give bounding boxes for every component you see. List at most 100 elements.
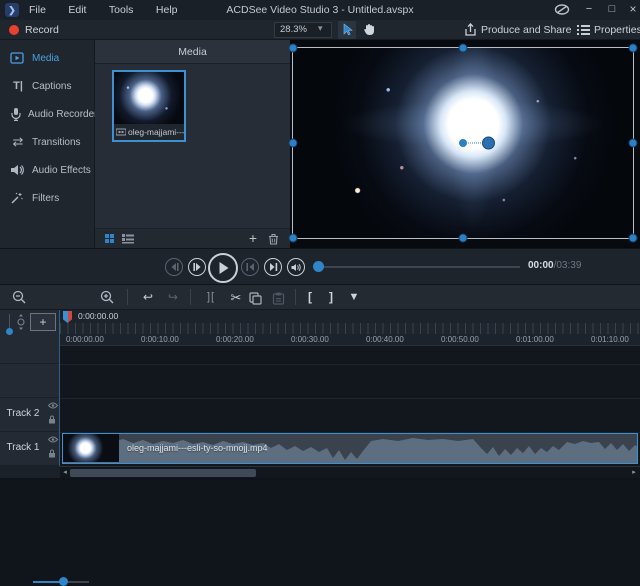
resize-handle-top-right[interactable] xyxy=(628,43,638,53)
share-icon xyxy=(464,23,477,37)
menu-file[interactable]: File xyxy=(20,1,55,19)
ruler-label: 0:00:30.00 xyxy=(291,335,329,344)
chevron-down-icon[interactable]: ▾ xyxy=(318,23,323,34)
track2-name: Track 2 xyxy=(6,408,40,419)
track2-visibility-icon[interactable] xyxy=(48,402,58,409)
sidebar-item-transitions[interactable]: ⇄ Transitions xyxy=(0,128,94,156)
media-panel-header[interactable]: Media xyxy=(95,40,290,64)
timeline-zoom-handle[interactable] xyxy=(59,577,68,586)
sidebar: Media T| Captions Audio Recorder ⇄ Trans… xyxy=(0,40,97,248)
sidebar-item-filters[interactable]: Filters xyxy=(0,184,94,212)
volume-button[interactable] xyxy=(287,258,305,276)
seek-handle[interactable] xyxy=(313,261,324,272)
clip-filename: oleg-majjami---esli-ty-so-mnojj.mp4 xyxy=(127,443,268,453)
playhead-row[interactable]: 0:00:00.00 xyxy=(60,310,640,323)
add-media-button[interactable]: + xyxy=(245,229,261,249)
track1-lock-icon[interactable] xyxy=(48,449,56,458)
hand-tool-button[interactable] xyxy=(360,21,378,39)
frame-forward-button[interactable] xyxy=(188,258,206,276)
ruler-label: 0:01:00.00 xyxy=(516,335,554,344)
track2-lock-icon[interactable] xyxy=(48,415,56,424)
produce-share-button[interactable]: Produce and Share xyxy=(481,20,571,40)
record-button[interactable]: Record xyxy=(25,20,59,40)
sidebar-item-audio-effects[interactable]: Audio Effects xyxy=(0,156,94,184)
menu-help[interactable]: Help xyxy=(147,1,187,19)
ruler-label: 0:01:10.00 xyxy=(591,335,629,344)
timecode: 00:00/03:39 xyxy=(528,260,581,271)
cut-button[interactable]: ✂ xyxy=(226,285,246,310)
timeline-toolbar: ↪ ↩ ][ ✂ [ ] ▼ xyxy=(0,285,640,586)
zoom-in-icon[interactable] xyxy=(100,290,114,304)
resize-handle-bottom-left[interactable] xyxy=(288,233,298,243)
track-height-handle[interactable] xyxy=(6,328,13,335)
properties-button[interactable]: Properties xyxy=(594,20,640,40)
resize-handle-right[interactable] xyxy=(628,138,638,148)
undo-button[interactable]: ↪ xyxy=(138,285,158,310)
menu-tools[interactable]: Tools xyxy=(100,1,143,19)
track1-visibility-icon[interactable] xyxy=(48,436,58,443)
redo-button[interactable]: ↩ xyxy=(163,285,183,310)
vertical-zoom-icon xyxy=(16,314,26,330)
scrollbar-track[interactable]: ◂ ▸ xyxy=(60,466,640,478)
speaker-icon xyxy=(10,164,26,176)
go-to-end-button[interactable] xyxy=(264,258,282,276)
minimize-button[interactable]: − xyxy=(578,0,600,20)
list-view-button[interactable] xyxy=(122,234,134,244)
resize-handle-top-left[interactable] xyxy=(288,43,298,53)
track1-header[interactable]: Track 1 xyxy=(0,432,59,466)
mark-out-button[interactable]: ] xyxy=(324,285,338,310)
playhead-marker[interactable] xyxy=(63,311,72,323)
go-to-start-button[interactable] xyxy=(241,258,259,276)
app-icon[interactable]: ❯ xyxy=(5,3,19,17)
timecode-total: /03:39 xyxy=(553,260,582,271)
title-bar: ❯ File Edit Tools Help ACDSee Video Stud… xyxy=(0,0,640,20)
paste-button[interactable] xyxy=(272,292,285,305)
transitions-icon: ⇄ xyxy=(12,134,24,149)
rotation-handle[interactable] xyxy=(482,136,495,150)
acdsee-logo-icon xyxy=(553,2,571,17)
track2-lane[interactable] xyxy=(60,398,640,432)
film-icon xyxy=(116,128,126,136)
menu-edit[interactable]: Edit xyxy=(59,1,95,19)
select-tool-button[interactable] xyxy=(338,21,356,39)
add-track-button[interactable]: + xyxy=(30,313,56,331)
resize-handle-left[interactable] xyxy=(288,138,298,148)
mark-in-button[interactable]: [ xyxy=(303,285,317,310)
zoom-out-icon[interactable] xyxy=(12,290,26,304)
zoom-level-select[interactable]: 28.3% xyxy=(274,22,332,38)
grid-view-button[interactable] xyxy=(105,234,114,243)
copy-button[interactable] xyxy=(249,292,262,305)
timeline-clip[interactable]: oleg-majjami---esli-ty-so-mnojj.mp4 xyxy=(62,433,638,464)
anchor-point-handle[interactable] xyxy=(459,139,467,147)
timeline-ruler-ticks[interactable] xyxy=(60,323,640,334)
split-button[interactable]: ][ xyxy=(200,285,222,310)
resize-handle-top[interactable] xyxy=(458,43,468,53)
video-preview[interactable] xyxy=(288,43,638,243)
sidebar-item-media[interactable]: Media xyxy=(0,44,94,72)
ruler-label: 0:00:20.00 xyxy=(216,335,254,344)
media-item-thumbnail xyxy=(114,72,184,124)
maximize-button[interactable]: □ xyxy=(601,0,623,20)
playhead-time: 0:00:00.00 xyxy=(78,311,119,321)
timeline-ruler[interactable]: 0:00:00.00 0:00:10.00 0:00:20.00 0:00:30… xyxy=(60,334,640,346)
media-item[interactable]: oleg-majjami---... xyxy=(112,70,186,142)
add-marker-button[interactable]: ▼ xyxy=(345,285,363,310)
scrollbar-thumb[interactable] xyxy=(70,469,256,477)
properties-icon xyxy=(577,24,590,36)
seek-bar[interactable] xyxy=(318,266,520,268)
media-item-name: oleg-majjami---... xyxy=(128,127,184,137)
timecode-current: 00:00 xyxy=(528,260,554,271)
sidebar-item-captions[interactable]: T| Captions xyxy=(0,72,94,100)
ruler-label: 0:00:50.00 xyxy=(441,335,479,344)
resize-handle-bottom-right[interactable] xyxy=(628,233,638,243)
track2-header[interactable]: Track 2 xyxy=(0,398,59,432)
sidebar-item-audio-recorder[interactable]: Audio Recorder xyxy=(0,100,97,128)
close-button[interactable]: × xyxy=(622,0,640,20)
menu-bar: File Edit Tools Help xyxy=(20,0,187,19)
play-reverse-button[interactable] xyxy=(165,258,183,276)
resize-handle-bottom[interactable] xyxy=(458,233,468,243)
ruler-label: 0:00:40.00 xyxy=(366,335,404,344)
play-button[interactable] xyxy=(208,253,238,283)
empty-track-row[interactable] xyxy=(60,364,640,398)
trash-icon[interactable] xyxy=(268,233,279,245)
